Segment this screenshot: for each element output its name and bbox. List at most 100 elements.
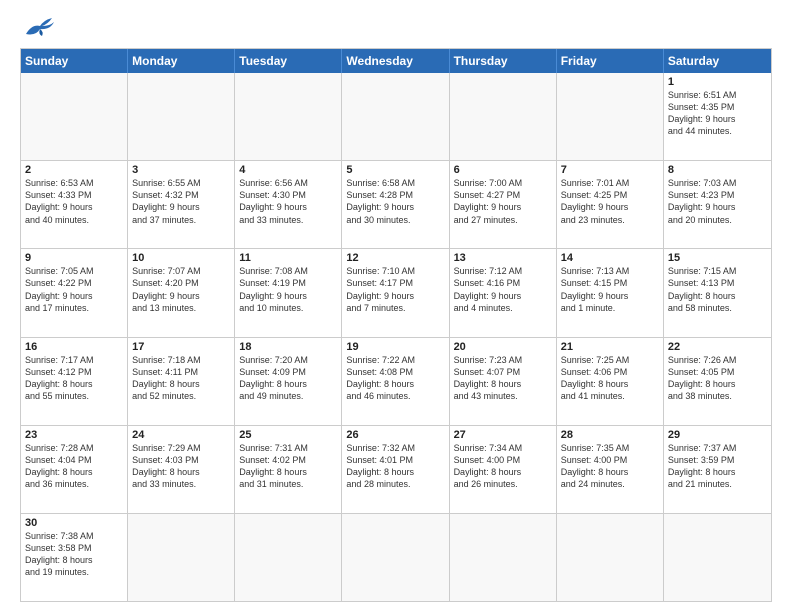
day-number: 14 (561, 252, 659, 264)
day-cell-4: 4Sunrise: 6:56 AM Sunset: 4:30 PM Daylig… (235, 161, 342, 248)
day-cell-empty-5-3 (342, 514, 449, 601)
day-info: Sunrise: 7:26 AM Sunset: 4:05 PM Dayligh… (668, 354, 767, 403)
weekday-header-saturday: Saturday (664, 49, 771, 73)
day-info: Sunrise: 7:10 AM Sunset: 4:17 PM Dayligh… (346, 265, 444, 314)
day-number: 13 (454, 252, 552, 264)
day-info: Sunrise: 7:25 AM Sunset: 4:06 PM Dayligh… (561, 354, 659, 403)
day-number: 10 (132, 252, 230, 264)
day-info: Sunrise: 7:32 AM Sunset: 4:01 PM Dayligh… (346, 442, 444, 491)
day-number: 22 (668, 341, 767, 353)
calendar-row-2: 9Sunrise: 7:05 AM Sunset: 4:22 PM Daylig… (21, 249, 771, 337)
day-cell-17: 17Sunrise: 7:18 AM Sunset: 4:11 PM Dayli… (128, 338, 235, 425)
day-info: Sunrise: 7:17 AM Sunset: 4:12 PM Dayligh… (25, 354, 123, 403)
day-info: Sunrise: 7:22 AM Sunset: 4:08 PM Dayligh… (346, 354, 444, 403)
header (20, 16, 772, 40)
day-info: Sunrise: 6:51 AM Sunset: 4:35 PM Dayligh… (668, 89, 767, 138)
day-cell-empty-5-4 (450, 514, 557, 601)
day-cell-10: 10Sunrise: 7:07 AM Sunset: 4:20 PM Dayli… (128, 249, 235, 336)
day-cell-empty-5-6 (664, 514, 771, 601)
logo-bird-icon (22, 16, 56, 38)
calendar-row-3: 16Sunrise: 7:17 AM Sunset: 4:12 PM Dayli… (21, 338, 771, 426)
day-info: Sunrise: 7:34 AM Sunset: 4:00 PM Dayligh… (454, 442, 552, 491)
day-cell-14: 14Sunrise: 7:13 AM Sunset: 4:15 PM Dayli… (557, 249, 664, 336)
day-info: Sunrise: 7:00 AM Sunset: 4:27 PM Dayligh… (454, 177, 552, 226)
day-info: Sunrise: 6:55 AM Sunset: 4:32 PM Dayligh… (132, 177, 230, 226)
day-number: 7 (561, 164, 659, 176)
day-number: 16 (25, 341, 123, 353)
day-cell-empty-5-1 (128, 514, 235, 601)
day-cell-22: 22Sunrise: 7:26 AM Sunset: 4:05 PM Dayli… (664, 338, 771, 425)
calendar-row-5: 30Sunrise: 7:38 AM Sunset: 3:58 PM Dayli… (21, 514, 771, 601)
day-info: Sunrise: 7:13 AM Sunset: 4:15 PM Dayligh… (561, 265, 659, 314)
day-number: 4 (239, 164, 337, 176)
day-cell-empty-0-0 (21, 73, 128, 160)
day-info: Sunrise: 7:31 AM Sunset: 4:02 PM Dayligh… (239, 442, 337, 491)
day-number: 5 (346, 164, 444, 176)
day-number: 25 (239, 429, 337, 441)
calendar-header: SundayMondayTuesdayWednesdayThursdayFrid… (21, 49, 771, 73)
day-cell-12: 12Sunrise: 7:10 AM Sunset: 4:17 PM Dayli… (342, 249, 449, 336)
day-cell-26: 26Sunrise: 7:32 AM Sunset: 4:01 PM Dayli… (342, 426, 449, 513)
weekday-header-tuesday: Tuesday (235, 49, 342, 73)
day-number: 9 (25, 252, 123, 264)
day-info: Sunrise: 6:53 AM Sunset: 4:33 PM Dayligh… (25, 177, 123, 226)
day-info: Sunrise: 7:08 AM Sunset: 4:19 PM Dayligh… (239, 265, 337, 314)
day-cell-16: 16Sunrise: 7:17 AM Sunset: 4:12 PM Dayli… (21, 338, 128, 425)
page: SundayMondayTuesdayWednesdayThursdayFrid… (0, 0, 792, 612)
day-cell-20: 20Sunrise: 7:23 AM Sunset: 4:07 PM Dayli… (450, 338, 557, 425)
day-info: Sunrise: 7:07 AM Sunset: 4:20 PM Dayligh… (132, 265, 230, 314)
day-info: Sunrise: 7:01 AM Sunset: 4:25 PM Dayligh… (561, 177, 659, 226)
day-info: Sunrise: 7:18 AM Sunset: 4:11 PM Dayligh… (132, 354, 230, 403)
day-cell-28: 28Sunrise: 7:35 AM Sunset: 4:00 PM Dayli… (557, 426, 664, 513)
day-cell-27: 27Sunrise: 7:34 AM Sunset: 4:00 PM Dayli… (450, 426, 557, 513)
day-info: Sunrise: 6:56 AM Sunset: 4:30 PM Dayligh… (239, 177, 337, 226)
day-number: 27 (454, 429, 552, 441)
logo (20, 16, 56, 40)
day-number: 11 (239, 252, 337, 264)
day-number: 17 (132, 341, 230, 353)
weekday-header-thursday: Thursday (450, 49, 557, 73)
calendar-row-0: 1Sunrise: 6:51 AM Sunset: 4:35 PM Daylig… (21, 73, 771, 161)
day-cell-15: 15Sunrise: 7:15 AM Sunset: 4:13 PM Dayli… (664, 249, 771, 336)
day-number: 15 (668, 252, 767, 264)
calendar: SundayMondayTuesdayWednesdayThursdayFrid… (20, 48, 772, 602)
day-info: Sunrise: 7:20 AM Sunset: 4:09 PM Dayligh… (239, 354, 337, 403)
day-number: 2 (25, 164, 123, 176)
day-info: Sunrise: 7:35 AM Sunset: 4:00 PM Dayligh… (561, 442, 659, 491)
day-number: 26 (346, 429, 444, 441)
day-info: Sunrise: 7:28 AM Sunset: 4:04 PM Dayligh… (25, 442, 123, 491)
day-cell-2: 2Sunrise: 6:53 AM Sunset: 4:33 PM Daylig… (21, 161, 128, 248)
day-number: 23 (25, 429, 123, 441)
day-number: 20 (454, 341, 552, 353)
day-cell-25: 25Sunrise: 7:31 AM Sunset: 4:02 PM Dayli… (235, 426, 342, 513)
day-cell-8: 8Sunrise: 7:03 AM Sunset: 4:23 PM Daylig… (664, 161, 771, 248)
day-cell-empty-0-1 (128, 73, 235, 160)
day-info: Sunrise: 7:03 AM Sunset: 4:23 PM Dayligh… (668, 177, 767, 226)
day-info: Sunrise: 7:12 AM Sunset: 4:16 PM Dayligh… (454, 265, 552, 314)
day-cell-23: 23Sunrise: 7:28 AM Sunset: 4:04 PM Dayli… (21, 426, 128, 513)
day-number: 24 (132, 429, 230, 441)
day-info: Sunrise: 7:29 AM Sunset: 4:03 PM Dayligh… (132, 442, 230, 491)
day-cell-3: 3Sunrise: 6:55 AM Sunset: 4:32 PM Daylig… (128, 161, 235, 248)
day-number: 29 (668, 429, 767, 441)
day-number: 12 (346, 252, 444, 264)
day-cell-5: 5Sunrise: 6:58 AM Sunset: 4:28 PM Daylig… (342, 161, 449, 248)
day-cell-11: 11Sunrise: 7:08 AM Sunset: 4:19 PM Dayli… (235, 249, 342, 336)
day-number: 1 (668, 76, 767, 88)
day-cell-30: 30Sunrise: 7:38 AM Sunset: 3:58 PM Dayli… (21, 514, 128, 601)
day-cell-empty-0-4 (450, 73, 557, 160)
day-cell-6: 6Sunrise: 7:00 AM Sunset: 4:27 PM Daylig… (450, 161, 557, 248)
day-info: Sunrise: 7:38 AM Sunset: 3:58 PM Dayligh… (25, 530, 123, 579)
day-cell-7: 7Sunrise: 7:01 AM Sunset: 4:25 PM Daylig… (557, 161, 664, 248)
day-cell-empty-0-5 (557, 73, 664, 160)
day-cell-29: 29Sunrise: 7:37 AM Sunset: 3:59 PM Dayli… (664, 426, 771, 513)
day-cell-21: 21Sunrise: 7:25 AM Sunset: 4:06 PM Dayli… (557, 338, 664, 425)
day-cell-1: 1Sunrise: 6:51 AM Sunset: 4:35 PM Daylig… (664, 73, 771, 160)
day-info: Sunrise: 7:37 AM Sunset: 3:59 PM Dayligh… (668, 442, 767, 491)
day-number: 8 (668, 164, 767, 176)
day-cell-empty-5-2 (235, 514, 342, 601)
weekday-header-monday: Monday (128, 49, 235, 73)
day-number: 21 (561, 341, 659, 353)
day-cell-24: 24Sunrise: 7:29 AM Sunset: 4:03 PM Dayli… (128, 426, 235, 513)
weekday-header-sunday: Sunday (21, 49, 128, 73)
